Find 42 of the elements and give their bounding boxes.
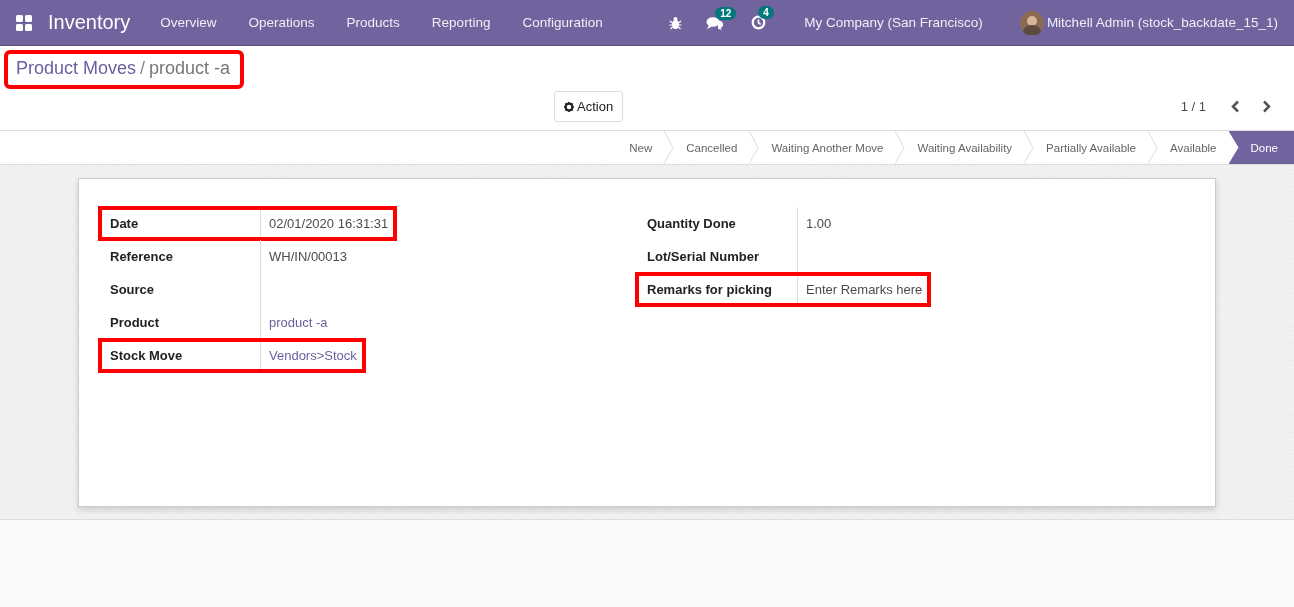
menu-item[interactable]: Products	[330, 15, 416, 30]
apps-menu-icon[interactable]	[15, 13, 33, 32]
status-stage[interactable]: New	[617, 131, 665, 164]
user-menu[interactable]: Mitchell Admin (stock_backdate_15_1)	[1046, 15, 1278, 30]
field-label: Remarks for picking	[647, 280, 773, 299]
field-label: Date	[110, 214, 140, 233]
field-label: Product	[110, 313, 161, 332]
field-value: Enter Remarks here	[806, 282, 923, 297]
status-stage[interactable]: Waiting Availability	[905, 131, 1025, 164]
company-switcher[interactable]: My Company (San Francisco)	[804, 15, 983, 30]
activity-count-badge: 4	[758, 6, 774, 19]
menu-item[interactable]: Configuration	[506, 15, 619, 30]
status-stage[interactable]: Waiting Another Move	[759, 131, 896, 164]
clock-icon[interactable]	[751, 15, 767, 30]
field-value: 1.00	[806, 216, 832, 231]
chat-icon[interactable]	[706, 15, 724, 30]
field-value: WH/IN/00013	[269, 249, 348, 264]
menu-item[interactable]: Operations	[232, 15, 331, 30]
field-label: Stock Move	[110, 346, 184, 365]
status-stage[interactable]: Done	[1228, 131, 1294, 164]
status-stage[interactable]: Available	[1158, 131, 1229, 164]
breadcrumb-link[interactable]: Product Moves	[16, 58, 137, 79]
pager-value[interactable]: 1 / 1	[1180, 99, 1206, 114]
field-label: Quantity Done	[647, 214, 737, 233]
menu-item[interactable]: Reporting	[415, 15, 507, 30]
bug-icon[interactable]	[669, 15, 683, 30]
field-link[interactable]: product -a	[269, 315, 328, 330]
field-link[interactable]: Vendors>Stock	[269, 348, 357, 363]
field-value: 02/01/2020 16:31:31	[269, 216, 389, 231]
gear-icon	[564, 101, 574, 112]
field-label: Source	[110, 280, 156, 299]
message-count-badge: 12	[715, 6, 737, 20]
field-label: Reference	[110, 247, 174, 266]
status-stage[interactable]: Partially Available	[1034, 131, 1149, 164]
menu-item[interactable]: Overview	[144, 15, 233, 30]
status-stage[interactable]: Cancelled	[674, 131, 750, 164]
app-name[interactable]: Inventory	[48, 11, 131, 34]
action-button[interactable]: Action	[554, 91, 624, 122]
field-label: Lot/Serial Number	[647, 247, 760, 266]
breadcrumb-current: product -a	[149, 58, 231, 79]
user-avatar[interactable]	[1019, 10, 1044, 35]
breadcrumb-separator: /	[140, 58, 146, 79]
